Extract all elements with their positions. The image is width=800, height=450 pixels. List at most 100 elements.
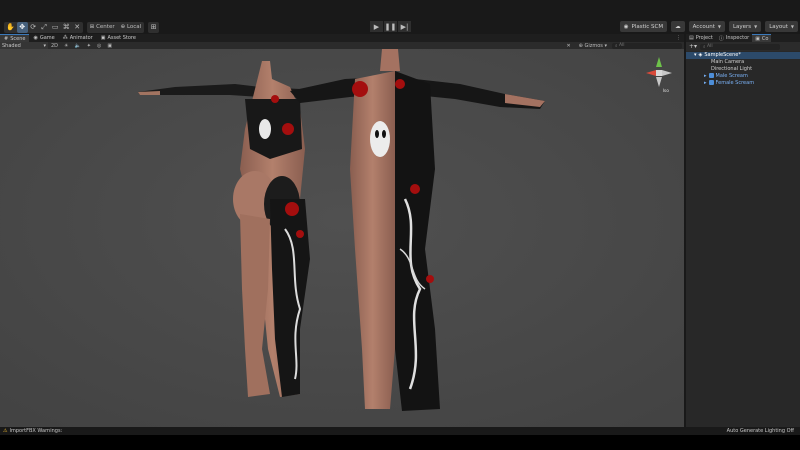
orientation-gizmo[interactable] (644, 55, 674, 97)
tab-game[interactable]: ◉ Game (29, 34, 58, 42)
rotate-tool-icon[interactable]: ⟳ (28, 22, 39, 33)
hierarchy-item-label: Female Scream (715, 79, 755, 86)
gizmos-label: Gizmos (584, 42, 603, 49)
scene-name: SampleScene* (704, 52, 741, 59)
transform-tool-icon[interactable]: ⌘ (61, 22, 72, 33)
hierarchy-tree: ▾ ◈ SampleScene* Main Camera Directional… (686, 51, 800, 86)
pivot-tools: ⊞ Center ⊕ Local (86, 21, 145, 33)
pivot-center-button[interactable]: ⊞ Center (87, 22, 118, 33)
plastic-scm-button[interactable]: ◉ Plastic SCM (619, 21, 668, 32)
tab-inspector[interactable]: ⓘ Inspector (716, 34, 752, 42)
store-icon: ▣ (100, 35, 106, 41)
scene-search-input[interactable]: ⌕ All (612, 42, 682, 49)
play-button[interactable]: ▶ (370, 21, 383, 32)
hierarchy-item-label: Directional Light (711, 65, 753, 72)
tab-animator[interactable]: ⁂ Animator (59, 34, 97, 42)
scene-render (0, 49, 684, 427)
center-icon: ⊞ (89, 24, 95, 30)
tab-scene-label: Scene (10, 35, 26, 42)
cloud-button[interactable]: ☁ (671, 21, 685, 32)
layout-label: Layout (769, 23, 788, 30)
tab-asset-store-label: Asset Store (107, 35, 136, 41)
tab-project[interactable]: ▤ Project (686, 34, 716, 42)
animator-icon: ⁂ (62, 35, 68, 41)
scale-tool-icon[interactable]: ⤢ (39, 22, 50, 33)
prefab-cube-icon (708, 73, 714, 79)
hand-tool-icon[interactable]: ✋ (4, 22, 17, 33)
layout-dropdown[interactable]: Layout ▼ (765, 21, 798, 32)
tab-animator-label: Animator (69, 35, 93, 41)
tab-game-label: Game (39, 35, 55, 41)
shading-mode-label: Shaded (2, 42, 21, 49)
expand-icon[interactable]: ▾ (694, 52, 697, 58)
move-tool-icon[interactable]: ✥ (16, 21, 28, 33)
hierarchy-item-main-camera[interactable]: Main Camera (686, 59, 800, 66)
tools-icon[interactable]: ✕ (563, 43, 573, 49)
shading-mode-dropdown[interactable]: Shaded ▾ (0, 42, 48, 49)
pause-icon: ❚❚ (384, 22, 397, 31)
tab-scene[interactable]: # Scene (0, 34, 30, 42)
audio-toggle-icon[interactable]: 🔈 (72, 43, 84, 49)
letterbox-bottom (0, 435, 800, 450)
folder-icon: ▤ (689, 35, 694, 41)
chevron-down-icon: ▼ (790, 24, 794, 29)
tab-project-label: Project (695, 35, 713, 41)
lighting-status[interactable]: Auto Generate Lighting Off (727, 428, 797, 434)
scene-viewport[interactable]: Iso (0, 49, 684, 427)
effects-toggle-icon[interactable]: ✦ (84, 43, 94, 49)
expand-icon[interactable]: ▸ (704, 80, 707, 86)
local-label: Local (126, 24, 142, 30)
hierarchy-item-directional-light[interactable]: Directional Light (686, 66, 800, 73)
scene-toolbar: Shaded ▾ 2D ☀ 🔈 ✦ ◎ ▣ ✕ ⊕ Gizmos ▾ ⌕ All (0, 42, 684, 49)
tab-menu-icon[interactable]: ⋮ (676, 35, 684, 41)
tab-console[interactable]: ▣ Co (752, 34, 772, 42)
hidden-objects-icon[interactable]: ◎ (94, 43, 104, 49)
hierarchy-toolbar: +▾ ⌕ All (686, 42, 800, 51)
scene-toolbar-right: ✕ ⊕ Gizmos ▾ ⌕ All (563, 42, 684, 49)
camera-settings-icon[interactable]: ▣ (104, 43, 115, 49)
scene-icon: # (4, 35, 9, 42)
grid-snap-icon[interactable]: ⊞ (148, 22, 159, 33)
step-icon: ▶| (400, 22, 409, 31)
tab-console-label: Co (761, 35, 769, 42)
info-icon: ⓘ (718, 35, 724, 42)
right-tabbar: ▤ Project ⓘ Inspector ▣ Co (686, 34, 800, 42)
hierarchy-item-female-scream[interactable]: ▸ Female Scream (686, 79, 800, 86)
warning-icon: ⚠ (3, 428, 8, 434)
plastic-label: Plastic SCM (631, 23, 664, 30)
search-icon: ⌕ (703, 44, 706, 50)
add-icon[interactable]: +▾ (689, 43, 697, 50)
search-icon: ⌕ (615, 43, 618, 49)
layers-label: Layers (732, 23, 752, 30)
tab-asset-store[interactable]: ▣ Asset Store (97, 34, 140, 42)
unity-scene-icon: ◈ (698, 52, 703, 59)
play-icon: ▶ (373, 22, 380, 31)
hierarchy-item-male-scream[interactable]: ▸ Male Scream (686, 72, 800, 79)
hierarchy-item-label: Main Camera (711, 59, 745, 66)
expand-icon[interactable]: ▸ (704, 73, 707, 79)
rect-tool-icon[interactable]: ▭ (50, 22, 61, 33)
transform-tools: ✋ ✥ ⟳ ⤢ ▭ ⌘ ✕ (4, 21, 83, 33)
pause-button[interactable]: ❚❚ (384, 21, 397, 32)
chevron-down-icon: ▼ (754, 24, 758, 29)
hierarchy-search-input[interactable]: ⌕ All (700, 43, 781, 50)
projection-label[interactable]: Iso (663, 89, 669, 94)
main-toolbar: ✋ ✥ ⟳ ⤢ ▭ ⌘ ✕ ⊞ Center ⊕ Local ⊞ ▶ ❚❚ ▶|… (0, 20, 800, 34)
status-warning-text[interactable]: ImportFBX Warnings: (9, 428, 62, 434)
console-icon: ▣ (755, 35, 760, 42)
hierarchy-item-label: Male Scream (715, 72, 748, 79)
gizmos-dropdown[interactable]: ⊕ Gizmos ▾ (576, 43, 610, 49)
pivot-local-button[interactable]: ⊕ Local (118, 22, 145, 33)
hierarchy-scene-row[interactable]: ▾ ◈ SampleScene* (686, 52, 800, 59)
play-controls: ▶ ❚❚ ▶| (370, 21, 411, 32)
cloud-icon: ☁ (675, 23, 681, 30)
account-dropdown[interactable]: Account ▼ (688, 21, 725, 32)
layers-dropdown[interactable]: Layers ▼ (728, 21, 762, 32)
snap-tools: ⊞ (148, 21, 160, 33)
scene-search-placeholder: All (618, 43, 625, 48)
game-icon: ◉ (33, 35, 38, 41)
custom-tool-icon[interactable]: ✕ (72, 22, 83, 33)
lighting-toggle-icon[interactable]: ☀ (61, 43, 71, 49)
step-button[interactable]: ▶| (398, 21, 411, 32)
mode-2d-toggle[interactable]: 2D (48, 43, 61, 49)
